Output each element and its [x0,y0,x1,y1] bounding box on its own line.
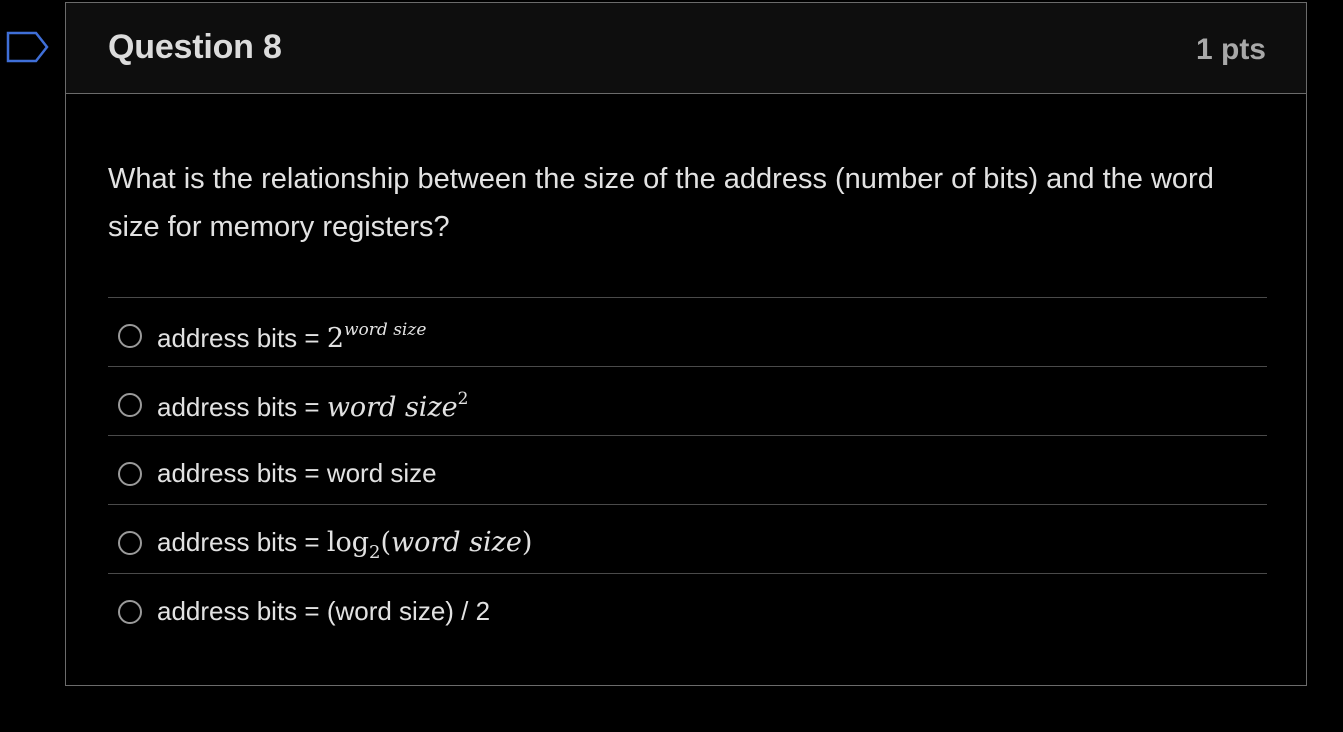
flag-question-icon[interactable] [6,30,50,64]
answer-option-3[interactable]: address bits = word size [108,435,1267,504]
answer-list: address bits = 2word size address bits =… [108,297,1267,642]
answer-option-1[interactable]: address bits = 2word size [108,297,1267,366]
answer-label-2[interactable]: address bits = word size2 [157,389,468,423]
answer-option-4[interactable]: address bits = log2(word size) [108,504,1267,573]
question-header: Question 8 1 pts [66,3,1306,94]
answer-label-3[interactable]: address bits = word size [157,458,437,489]
math-close-paren: ) [521,527,533,558]
radio-button-icon[interactable] [118,600,142,624]
question-card: Question 8 1 pts What is the relationshi… [65,2,1307,686]
answer-label-4[interactable]: address bits = log2(word size) [157,527,532,563]
answer-prefix: address bits = [157,596,327,626]
radio-button-icon[interactable] [118,531,142,555]
answer-text: (word size) / 2 [326,596,491,626]
question-text: What is the relationship between the siz… [108,163,1214,243]
answer-prefix: address bits = [157,392,327,422]
math-base: word size [326,392,458,423]
answer-prefix: address bits = [157,458,327,488]
answer-label-1[interactable]: address bits = 2word size [157,320,426,354]
math-exponent: word size [344,320,427,340]
answer-option-5[interactable]: address bits = (word size) / 2 [108,573,1267,642]
answer-label-5[interactable]: address bits = (word size) / 2 [157,596,490,627]
math-open-paren: ( [380,527,391,558]
math-subscript: 2 [369,542,381,563]
math-exponent: 2 [457,389,469,409]
question-title: Question 8 [108,28,282,66]
radio-button-icon[interactable] [118,393,142,417]
radio-button-icon[interactable] [118,462,142,486]
math-function: log [326,527,369,558]
radio-button-icon[interactable] [118,324,142,348]
math-base: 2 [326,323,344,354]
question-points: 1 pts [1195,33,1266,66]
answer-prefix: address bits = [157,323,327,353]
math-argument: word size [391,527,522,558]
answer-prefix: address bits = [157,527,327,557]
answer-text: word size [326,458,437,488]
answer-option-2[interactable]: address bits = word size2 [108,366,1267,435]
